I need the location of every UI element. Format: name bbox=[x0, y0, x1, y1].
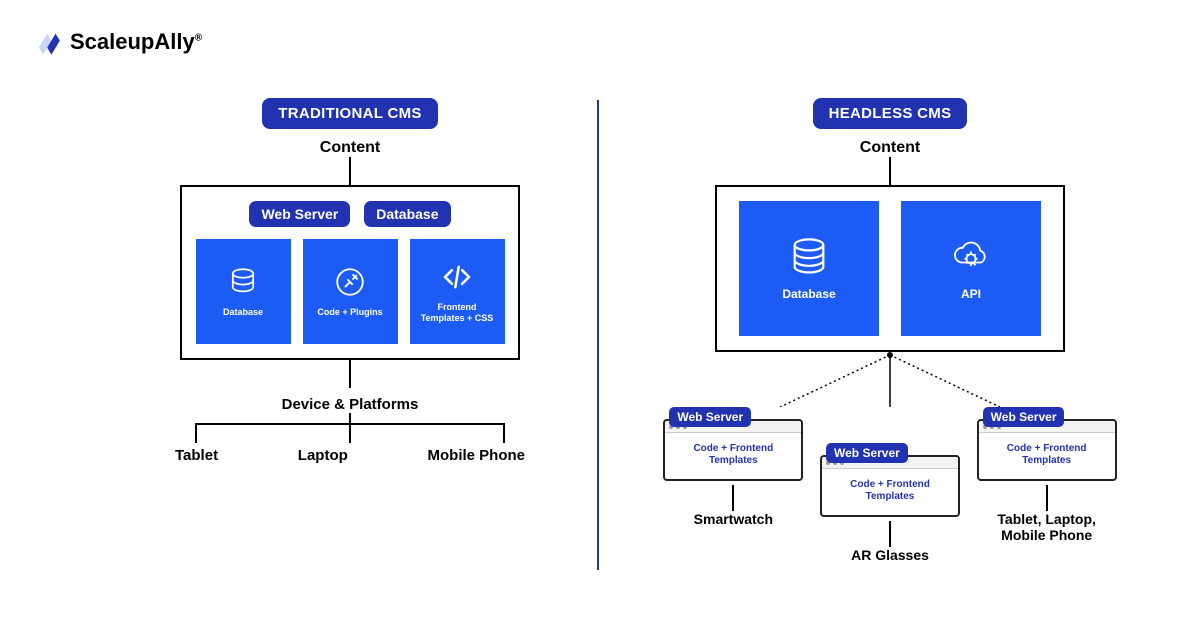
three-way-split bbox=[195, 413, 505, 443]
endpoint-laptop: Laptop bbox=[298, 447, 348, 464]
card-database-right: Database bbox=[739, 201, 879, 336]
brand-name: ScaleupAlly® bbox=[70, 29, 202, 55]
connector-line bbox=[1046, 485, 1048, 511]
database-icon bbox=[787, 235, 831, 279]
content-label-left: Content bbox=[320, 139, 380, 157]
brand-logo: ScaleupAlly® bbox=[36, 28, 202, 56]
headless-cms-column: HEADLESS CMS Content Database bbox=[650, 98, 1130, 563]
endpoint-smartwatch: Smartwatch bbox=[694, 511, 773, 527]
plugin-icon bbox=[333, 265, 367, 299]
web-server-tag: Web Server bbox=[249, 201, 350, 227]
database-icon bbox=[226, 265, 260, 299]
backend-box: Database API bbox=[715, 185, 1065, 352]
server-and-endpoints: Web Server Code + Frontend Templates Sma… bbox=[655, 407, 1125, 563]
connector-line bbox=[732, 485, 734, 511]
endpoint-tablet: Tablet bbox=[175, 447, 218, 464]
web-server-tag: Web Server bbox=[669, 407, 751, 427]
tag-row: Web Server Database bbox=[249, 201, 450, 227]
card-frontend-templates: Frontend Templates + CSS bbox=[410, 239, 505, 344]
logo-mark-icon bbox=[36, 28, 64, 56]
device-platforms-label: Device & Platforms bbox=[282, 396, 419, 413]
card-row: Database Code + Plugins bbox=[196, 239, 505, 344]
web-server-2: Web Server Code + Frontend Templates bbox=[820, 443, 960, 517]
traditional-cms-column: TRADITIONAL CMS Content Web Server Datab… bbox=[150, 98, 550, 464]
database-tag: Database bbox=[364, 201, 450, 227]
endpoint-multi-device: Tablet, Laptop, Mobile Phone bbox=[982, 511, 1112, 543]
vertical-divider bbox=[597, 100, 599, 570]
cloud-gear-icon bbox=[949, 235, 993, 279]
connector-line bbox=[889, 157, 891, 185]
web-server-3: Web Server Code + Frontend Templates bbox=[977, 407, 1117, 481]
web-server-tag: Web Server bbox=[826, 443, 908, 463]
browser-window: Code + Frontend Templates bbox=[977, 419, 1117, 481]
card-code-plugins: Code + Plugins bbox=[303, 239, 398, 344]
title-badge-headless: HEADLESS CMS bbox=[813, 98, 968, 129]
web-server-1: Web Server Code + Frontend Templates bbox=[663, 407, 803, 481]
connector-line bbox=[889, 521, 891, 547]
code-icon bbox=[440, 260, 474, 294]
endpoint-ar-glasses: AR Glasses bbox=[851, 547, 929, 563]
connector-line bbox=[349, 360, 351, 388]
monolith-box: Web Server Database Database bbox=[180, 185, 520, 360]
fanout-connector bbox=[740, 352, 1040, 407]
browser-window: Code + Frontend Templates bbox=[820, 455, 960, 517]
connector-line bbox=[349, 157, 351, 185]
endpoint-mobile: Mobile Phone bbox=[428, 447, 526, 464]
content-label-right: Content bbox=[860, 139, 920, 157]
title-badge-traditional: TRADITIONAL CMS bbox=[262, 98, 437, 129]
endpoints-left: Tablet Laptop Mobile Phone bbox=[175, 447, 525, 464]
card-database: Database bbox=[196, 239, 291, 344]
web-server-tag: Web Server bbox=[983, 407, 1065, 427]
card-api: API bbox=[901, 201, 1041, 336]
browser-window: Code + Frontend Templates bbox=[663, 419, 803, 481]
